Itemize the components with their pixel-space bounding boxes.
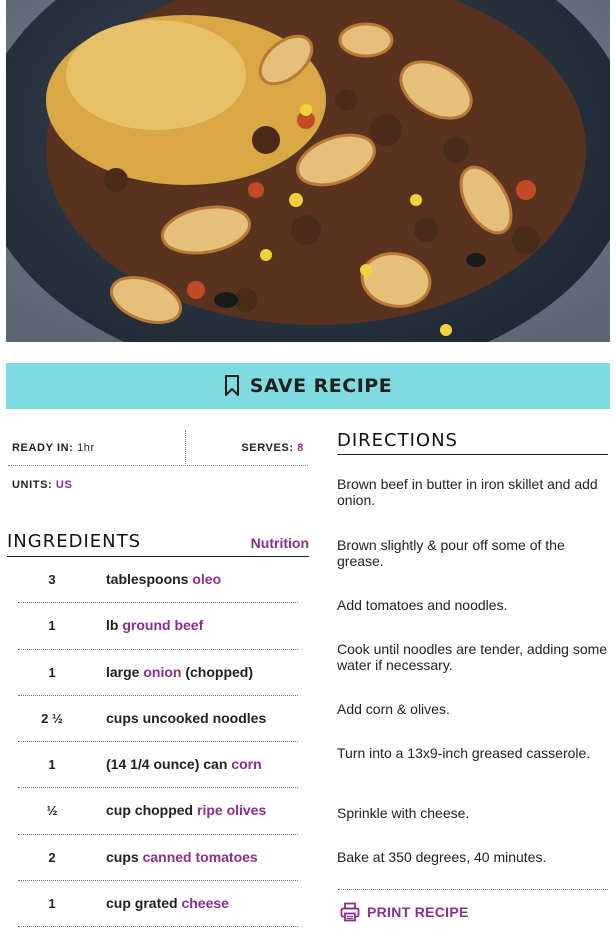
ingredient-quantity: 3 — [48, 572, 56, 587]
ready-in: READY IN: 1hr — [12, 442, 95, 454]
ingredient-link[interactable]: onion — [143, 664, 181, 680]
serves: SERVES: 8 — [241, 442, 304, 454]
meta-divider — [185, 430, 186, 466]
direction-step: Bake at 350 degrees, 40 minutes. — [337, 849, 547, 865]
ingredients-list: 3 tablespoons oleo 1 lb ground beef 1 la… — [18, 557, 298, 928]
directions-title: DIRECTIONS — [337, 430, 458, 451]
direction-step: Brown beef in butter in iron skillet and… — [337, 476, 598, 508]
ingredient-quantity: 1 — [48, 618, 56, 634]
print-divider — [338, 889, 608, 890]
ready-in-label: READY IN: — [12, 442, 74, 454]
ingredient-text: tablespoons oleo — [106, 571, 221, 587]
ready-in-value: 1hr — [77, 442, 95, 454]
direction-step: Turn into a 13x9-inch greased casserole. — [337, 745, 591, 761]
ingredient-item: 1 cup grated cheese — [18, 881, 298, 928]
save-recipe-label: SAVE RECIPE — [249, 375, 393, 397]
ingredient-text-pre: cups — [106, 848, 143, 865]
ingredients-header: INGREDIENTS Nutrition — [7, 531, 309, 557]
ingredient-text-pre: cup chopped — [106, 802, 197, 819]
ingredient-text-pre: (14 1/4 ounce) can — [106, 756, 232, 773]
serves-label: SERVES: — [241, 442, 294, 454]
direction-step: Sprinkle with cheese. — [337, 805, 470, 821]
ingredient-text: cups uncooked noodles — [106, 710, 266, 726]
direction-step: Brown slightly & pour off some of the gr… — [337, 537, 565, 569]
ingredient-link[interactable]: oleo — [192, 571, 221, 587]
ingredient-link[interactable]: corn — [231, 756, 261, 772]
recipe-meta: READY IN: 1hr SERVES: 8 UNITS: US — [8, 430, 308, 491]
bookmark-icon — [224, 375, 239, 396]
casserole-illustration — [6, 0, 610, 342]
units-label: UNITS: — [12, 479, 53, 491]
ingredient-text-pre: cups uncooked noodles — [106, 709, 267, 726]
serves-value[interactable]: 8 — [297, 442, 304, 454]
ingredient-text-post: (chopped) — [181, 663, 254, 680]
units: UNITS: US — [12, 479, 72, 491]
ingredient-text-pre: large — [106, 663, 144, 680]
ingredient-quantity: 1 — [48, 664, 56, 680]
ingredient-quantity: ½ — [46, 803, 58, 819]
ingredient-link[interactable]: canned tomatoes — [143, 849, 258, 865]
ingredient-quantity: 2 — [48, 849, 56, 865]
print-recipe-button[interactable]: PRINT RECIPE — [340, 902, 469, 922]
directions-header: DIRECTIONS — [337, 430, 608, 455]
ingredient-item: 2 cups canned tomatoes — [18, 835, 298, 882]
ingredient-text: large onion (chopped) — [106, 664, 253, 680]
ingredient-link[interactable]: ground beef — [122, 617, 203, 633]
ingredient-link[interactable]: ripe olives — [197, 802, 266, 818]
save-recipe-button[interactable]: SAVE RECIPE — [6, 363, 610, 409]
ingredient-quantity: 2 ½ — [41, 710, 63, 726]
ingredient-text-pre: lb — [106, 617, 123, 634]
direction-step: Add corn & olives. — [337, 701, 450, 717]
printer-icon — [340, 902, 360, 922]
ingredient-text: lb ground beef — [106, 617, 203, 633]
ingredient-link[interactable]: cheese — [181, 895, 228, 911]
ingredient-text-pre: cup grated — [106, 895, 182, 912]
ingredient-quantity: 1 — [48, 757, 56, 773]
units-toggle[interactable]: US — [56, 479, 72, 491]
ingredient-quantity: 1 — [48, 896, 56, 912]
nutrition-link[interactable]: Nutrition — [251, 535, 309, 551]
ingredient-item: 1 lb ground beef — [18, 603, 298, 650]
ingredient-item: 2 ½ cups uncooked noodles — [18, 696, 298, 743]
ingredient-item: ½ cup chopped ripe olives — [18, 788, 298, 835]
recipe-photo — [6, 0, 610, 342]
ingredient-text: (14 1/4 ounce) can corn — [106, 756, 262, 772]
ingredient-item: 1 large onion (chopped) — [18, 650, 298, 696]
print-recipe-label: PRINT RECIPE — [367, 904, 469, 920]
meta-row: READY IN: 1hr SERVES: 8 — [8, 430, 308, 466]
direction-step: Add tomatoes and noodles. — [337, 597, 508, 613]
direction-step: Cook until noodles are tender, adding so… — [337, 641, 608, 673]
ingredient-text: cup chopped ripe olives — [106, 802, 266, 818]
ingredient-item: 3 tablespoons oleo — [18, 557, 298, 604]
ingredients-title: INGREDIENTS — [7, 531, 142, 552]
ingredient-text: cup grated cheese — [106, 895, 229, 911]
ingredient-item: 1 (14 1/4 ounce) can corn — [18, 742, 298, 789]
ingredient-text: cups canned tomatoes — [106, 849, 258, 865]
ingredient-text-pre: tablespoons — [106, 571, 193, 587]
